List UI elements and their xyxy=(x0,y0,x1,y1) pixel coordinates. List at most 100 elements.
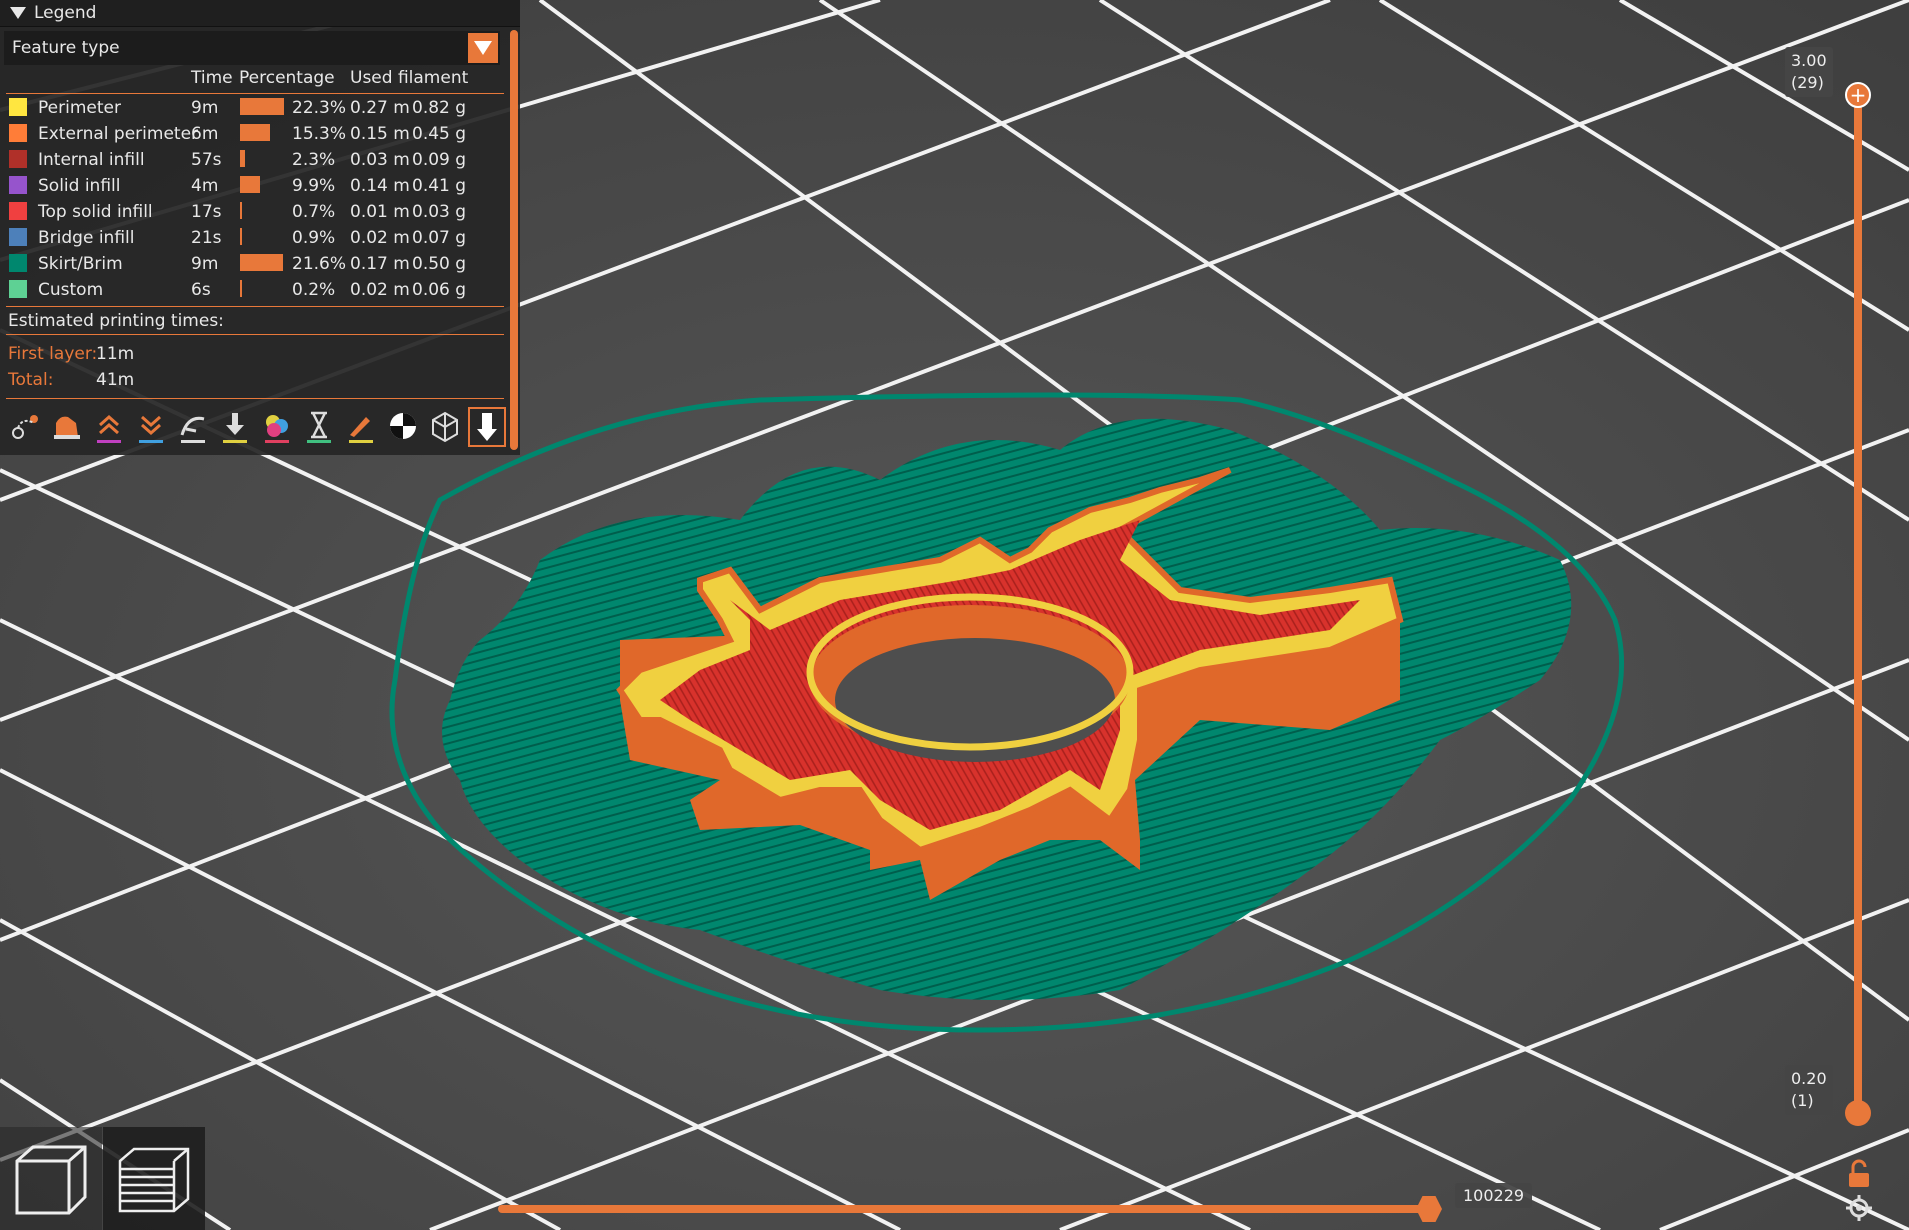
feature-name: External perimeter xyxy=(38,124,199,144)
total-value: 41m xyxy=(96,370,135,390)
legend-title: Legend xyxy=(34,3,97,23)
layer-slider-bottom-thumb[interactable] xyxy=(1845,1100,1871,1126)
legend-row[interactable]: Custom 6s 0.2% 0.02 m 0.06 g xyxy=(0,280,506,304)
view-type-value: Feature type xyxy=(12,38,120,58)
legend-row[interactable]: Bridge infill 21s 0.9% 0.02 m 0.07 g xyxy=(0,228,506,252)
cube-icon xyxy=(15,1145,87,1214)
total-label: Total: xyxy=(8,370,54,390)
top-height-value: 3.00 xyxy=(1791,51,1827,70)
feature-time: 21s xyxy=(191,228,222,248)
color-changes-icon[interactable] xyxy=(260,409,294,445)
percentage-bar xyxy=(240,254,283,271)
chevron-down-icon xyxy=(474,41,492,55)
legend-panel: Legend Feature type Time Percentage Used… xyxy=(0,0,520,455)
pause-prints-icon[interactable] xyxy=(302,409,336,445)
feature-weight: 0.09 g xyxy=(412,150,467,170)
legend-row[interactable]: Internal infill 57s 2.3% 0.03 m 0.09 g xyxy=(0,150,506,174)
view-mode-buttons xyxy=(0,1127,205,1230)
bottom-height-value: 0.20 xyxy=(1791,1069,1827,1088)
legend-header[interactable]: Legend xyxy=(0,0,520,27)
color-swatch xyxy=(9,150,27,168)
tool-changes-icon[interactable] xyxy=(218,409,252,445)
feature-name: Solid infill xyxy=(38,176,121,196)
estimated-times-label: Estimated printing times: xyxy=(8,311,224,331)
percentage-bar xyxy=(240,228,242,245)
feature-percent: 21.6% xyxy=(292,254,347,274)
feature-time: 4m xyxy=(191,176,219,196)
percentage-bar xyxy=(240,150,245,167)
legend-scrollbar[interactable] xyxy=(510,30,518,450)
options-toolbar xyxy=(4,405,506,449)
plus-icon: + xyxy=(1849,83,1867,107)
wipe-icon[interactable] xyxy=(50,409,84,445)
first-layer-value: 11m xyxy=(96,344,135,364)
feature-name: Top solid infill xyxy=(38,202,153,222)
layer-slider-top-label: 3.00 (29) xyxy=(1785,47,1833,97)
feature-time: 9m xyxy=(191,98,219,118)
legend-row[interactable]: Perimeter 9m 22.3% 0.27 m 0.82 g xyxy=(0,98,506,122)
percentage-bar xyxy=(240,202,242,219)
header-used-filament: Used filament xyxy=(350,68,469,88)
feature-length: 0.15 m xyxy=(350,124,410,144)
legend-row[interactable]: External perimeter 6m 15.3% 0.15 m 0.45 g xyxy=(0,124,506,148)
layer-slider-bottom-label: 0.20 (1) xyxy=(1785,1065,1833,1115)
layer-slider-top-thumb[interactable]: + xyxy=(1845,82,1871,108)
rows-divider xyxy=(6,306,504,307)
feature-weight: 0.03 g xyxy=(412,202,467,222)
settings-cog-icon[interactable] xyxy=(1843,1192,1875,1224)
collapse-triangle-icon[interactable] xyxy=(10,7,26,19)
feature-name: Internal infill xyxy=(38,150,145,170)
move-slider-track[interactable] xyxy=(498,1205,1428,1213)
estimated-divider xyxy=(6,334,504,335)
feature-time: 17s xyxy=(191,202,222,222)
seams-icon[interactable] xyxy=(176,409,210,445)
feature-length: 0.02 m xyxy=(350,280,410,300)
legend-row[interactable]: Solid infill 4m 9.9% 0.14 m 0.41 g xyxy=(0,176,506,200)
unlock-icon[interactable] xyxy=(1843,1158,1875,1190)
feature-percent: 22.3% xyxy=(292,98,347,118)
preview-layers-button[interactable] xyxy=(103,1127,205,1230)
header-divider xyxy=(6,93,504,94)
feature-time: 6s xyxy=(191,280,211,300)
color-swatch xyxy=(9,124,27,142)
legend-column-headers: Time Percentage Used filament xyxy=(0,68,506,92)
percentage-bar xyxy=(240,280,242,297)
feature-percent: 0.7% xyxy=(292,202,336,222)
feature-weight: 0.06 g xyxy=(412,280,467,300)
3d-view-button[interactable] xyxy=(0,1127,102,1230)
color-swatch xyxy=(9,176,27,194)
feature-weight: 0.82 g xyxy=(412,98,467,118)
dropdown-arrow-button[interactable] xyxy=(468,33,498,63)
totals-divider xyxy=(6,398,504,399)
travel-icon[interactable] xyxy=(8,409,42,445)
color-swatch xyxy=(9,254,27,272)
feature-percent: 0.2% xyxy=(292,280,336,300)
bottom-layer-number: (1) xyxy=(1791,1091,1814,1110)
percentage-bar xyxy=(240,124,270,141)
feature-name: Skirt/Brim xyxy=(38,254,123,274)
color-swatch xyxy=(9,280,27,298)
feature-name: Bridge infill xyxy=(38,228,135,248)
feature-percent: 9.9% xyxy=(292,176,336,196)
view-type-combo[interactable]: Feature type xyxy=(4,31,500,65)
custom-gcodes-icon[interactable] xyxy=(344,409,378,445)
percentage-bar xyxy=(240,176,260,193)
deretractions-icon[interactable] xyxy=(134,409,168,445)
retractions-icon[interactable] xyxy=(92,409,126,445)
color-swatch xyxy=(9,98,27,116)
layers-icon xyxy=(118,1147,190,1212)
shells-icon[interactable] xyxy=(428,409,462,445)
feature-length: 0.27 m xyxy=(350,98,410,118)
legend-row[interactable]: Top solid infill 17s 0.7% 0.01 m 0.03 g xyxy=(0,202,506,226)
first-layer-label: First layer: xyxy=(8,344,98,364)
percentage-bar xyxy=(240,98,284,115)
feature-time: 57s xyxy=(191,150,222,170)
center-of-gravity-icon[interactable] xyxy=(386,409,420,445)
feature-time: 9m xyxy=(191,254,219,274)
legend-row[interactable]: Skirt/Brim 9m 21.6% 0.17 m 0.50 g xyxy=(0,254,506,278)
color-swatch xyxy=(9,228,27,246)
layer-slider-track[interactable] xyxy=(1854,94,1862,1114)
top-layer-number: (29) xyxy=(1791,73,1824,92)
tool-marker-icon[interactable] xyxy=(468,407,506,447)
feature-weight: 0.50 g xyxy=(412,254,467,274)
